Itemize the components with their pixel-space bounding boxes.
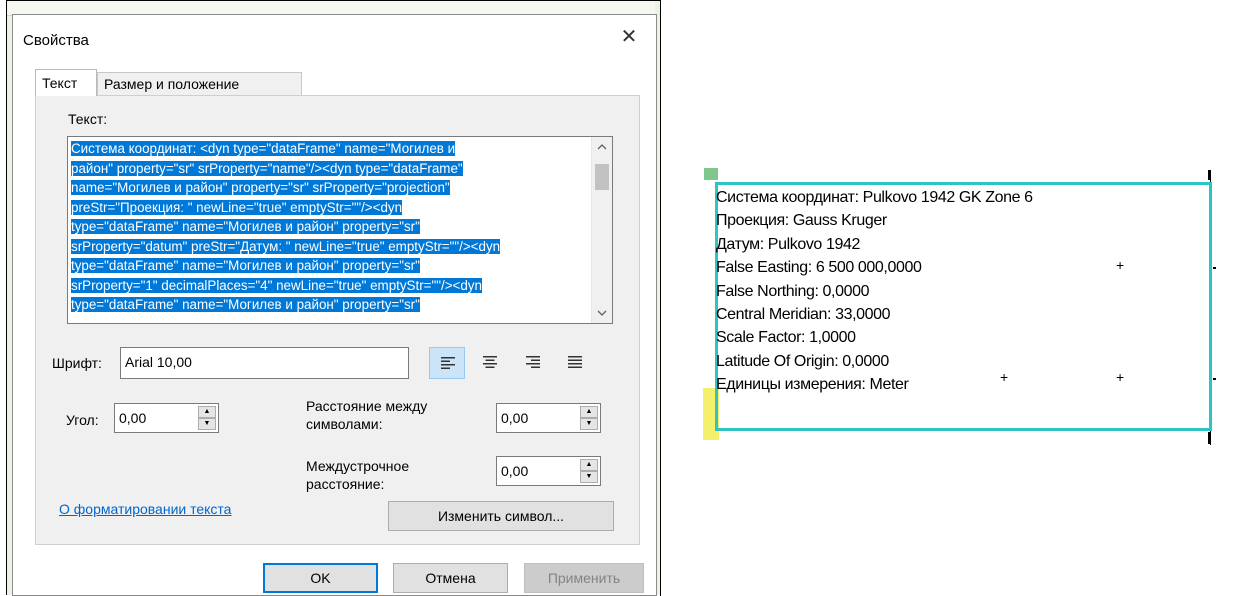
spin-up-icon[interactable]: ▲	[198, 406, 216, 418]
leading-label-line2: расстояние:	[306, 476, 385, 492]
align-center-icon	[483, 356, 497, 368]
map-text-line: Central Meridian: 33,0000	[716, 306, 891, 324]
text-line: type="dataFrame" name="Могилев и район" …	[71, 219, 420, 234]
apply-button[interactable]: Применить	[524, 563, 644, 593]
align-justify-button[interactable]	[557, 347, 593, 379]
align-center-button[interactable]	[472, 347, 508, 379]
map-layout-view: + + + Система координат: Pulkovo 1942 GK…	[661, 0, 1240, 595]
font-field[interactable]: Arial 10,00	[120, 347, 409, 379]
align-right-button[interactable]	[515, 347, 551, 379]
spin-up-icon[interactable]: ▲	[580, 459, 598, 471]
text-formatting-help-link[interactable]: О форматировании текста	[59, 501, 231, 517]
char-spacing-label-line1: Расстояние между	[306, 398, 428, 414]
char-spacing-spinner[interactable]: 0,00 ▲ ▼	[496, 403, 601, 433]
align-left-icon	[441, 357, 455, 369]
map-text-line: Система координат: Pulkovo 1942 GK Zone …	[716, 189, 1033, 206]
text-editor-scrollbar[interactable]	[591, 137, 612, 323]
spinner-arrows: ▲ ▼	[580, 459, 598, 483]
properties-dialog: Свойства ✕ Текст Размер и положение Текс…	[12, 14, 657, 596]
text-line: Система координат: <dyn type="dataFrame"…	[71, 141, 456, 156]
font-label: Шрифт:	[52, 355, 102, 371]
map-text-line: False Easting: 6 500 000,0000	[716, 259, 922, 277]
plus-marker-icon: +	[1116, 369, 1125, 385]
align-left-button[interactable]	[429, 347, 465, 379]
dialog-title: Свойства	[23, 32, 89, 49]
scroll-down-icon[interactable]	[592, 303, 612, 323]
map-text-line: Проекция: Gauss Kruger	[716, 212, 887, 230]
text-line: район" property="sr" srProperty="name"/>…	[71, 160, 463, 176]
text-editor[interactable]: Система координат: <dyn type="dataFrame"…	[67, 136, 613, 324]
leading-label-line1: Междустрочное	[306, 458, 410, 474]
spin-down-icon[interactable]: ▼	[580, 471, 598, 483]
change-symbol-button[interactable]: Изменить символ...	[388, 501, 614, 531]
text-line: srProperty="datum" preStr="Датум: " newL…	[71, 238, 501, 254]
spin-up-icon[interactable]: ▲	[580, 406, 598, 418]
spin-down-icon[interactable]: ▼	[580, 418, 598, 430]
align-justify-icon	[568, 356, 582, 368]
text-editor-content[interactable]: Система координат: <dyn type="dataFrame"…	[71, 139, 581, 315]
plus-marker-icon: +	[1116, 257, 1125, 273]
angle-value[interactable]: 0,00	[119, 410, 146, 426]
dynamic-text-element: Система координат: Pulkovo 1942 GK Zone …	[716, 186, 1033, 397]
map-text-line: Scale Factor: 1,0000	[716, 329, 856, 347]
map-text-line: Latitude Of Origin: 0,0000	[716, 352, 889, 370]
char-spacing-label-line2: символами:	[306, 416, 383, 432]
leading-value[interactable]: 0,00	[501, 463, 528, 479]
angle-spinner[interactable]: 0,00 ▲ ▼	[114, 403, 219, 433]
spin-down-icon[interactable]: ▼	[198, 418, 216, 430]
tab-size-position[interactable]: Размер и положение	[97, 72, 302, 95]
align-right-icon	[526, 356, 540, 368]
selection-handle[interactable]	[1208, 432, 1210, 444]
selection-handle[interactable]	[1208, 170, 1210, 180]
map-fragment-green	[704, 168, 718, 180]
text-line: srProperty="1" decimalPlaces="4" newLine…	[71, 277, 482, 293]
selection-handle[interactable]	[1213, 378, 1216, 380]
text-line: type="dataFrame" name="Могилев и район" …	[71, 258, 420, 273]
leading-label: Междустрочное расстояние:	[306, 457, 409, 493]
cancel-button[interactable]: Отмена	[393, 563, 508, 593]
leading-spinner[interactable]: 0,00 ▲ ▼	[496, 456, 601, 486]
scrollbar-thumb[interactable]	[595, 164, 609, 190]
tab-panel-text: Текст: Система координат: <dyn type="dat…	[35, 95, 640, 545]
map-text-line: False Northing: 0,0000	[716, 282, 870, 300]
text-label: Текст:	[68, 111, 108, 127]
tab-text[interactable]: Текст	[35, 69, 97, 96]
ok-button[interactable]: OK	[263, 563, 378, 593]
text-line: name="Могилев и район" property="sr" srP…	[71, 180, 450, 195]
char-spacing-label: Расстояние между символами:	[306, 397, 427, 433]
char-spacing-value[interactable]: 0,00	[501, 410, 528, 426]
text-line: preStr="Проекция: " newLine="true" empty…	[71, 199, 403, 215]
spinner-arrows: ▲ ▼	[198, 406, 216, 430]
map-text-line: Датум: Pulkovo 1942	[716, 235, 860, 253]
close-icon[interactable]: ✕	[617, 25, 641, 49]
text-line: type="dataFrame" name="Могилев и район" …	[71, 297, 420, 312]
map-text-line: Единицы измерения: Meter	[716, 376, 909, 394]
spinner-arrows: ▲ ▼	[580, 406, 598, 430]
selection-handle[interactable]	[1213, 267, 1216, 269]
angle-label: Угол:	[66, 412, 99, 428]
scroll-up-icon[interactable]	[592, 137, 612, 157]
